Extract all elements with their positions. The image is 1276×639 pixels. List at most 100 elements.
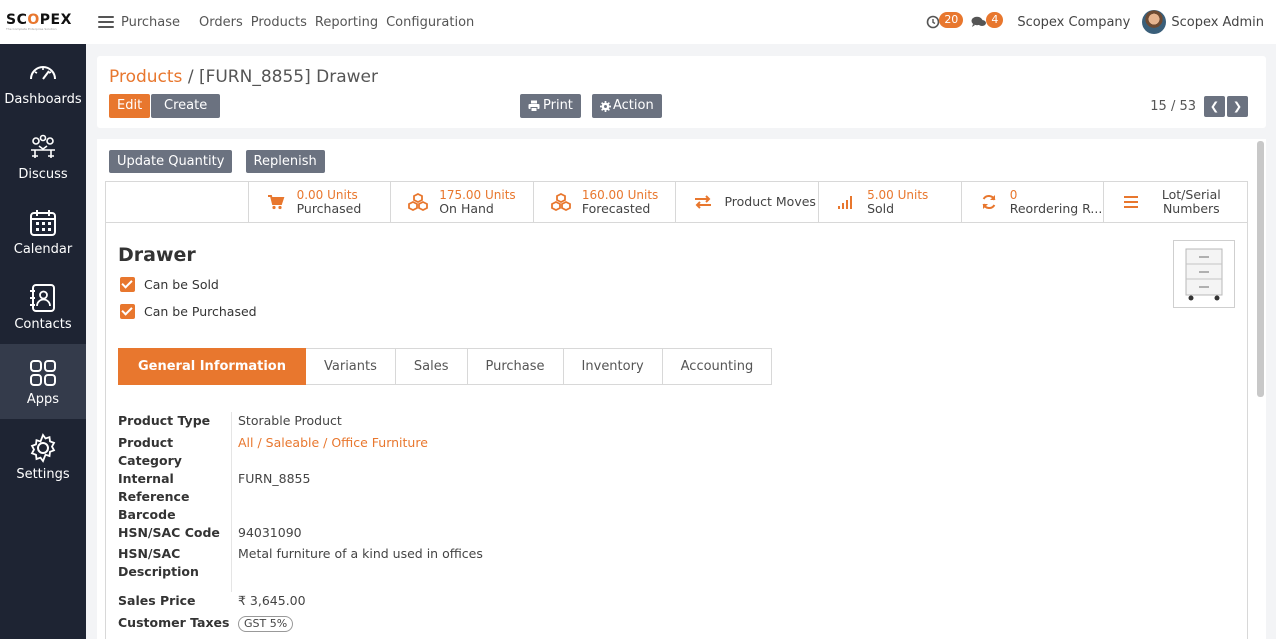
customer-taxes-field[interactable]: GST 5% bbox=[231, 614, 294, 634]
can-be-purchased-field: Can be Purchased bbox=[120, 304, 257, 319]
sidebar-item-label: Settings bbox=[16, 466, 70, 482]
cart-icon bbox=[267, 195, 284, 210]
pager-previous-button[interactable]: ❮ bbox=[1204, 96, 1225, 117]
tab-sales[interactable]: Sales bbox=[395, 348, 468, 385]
product-type-field[interactable]: Storable Product bbox=[231, 412, 342, 434]
cubes-icon bbox=[408, 193, 429, 211]
update-quantity-button[interactable]: Update Quantity bbox=[109, 150, 233, 173]
logo-tagline: The Complete Enterprise Solution bbox=[6, 27, 57, 31]
smart-button-reordering-rules[interactable]: 0 Reordering R... bbox=[962, 182, 1105, 222]
vertical-scrollbar[interactable] bbox=[1257, 141, 1264, 397]
logo-text-a: SC bbox=[6, 12, 28, 28]
exchange-icon bbox=[695, 195, 712, 209]
customer-taxes-label: Customer Taxes bbox=[118, 615, 230, 630]
menu-orders[interactable]: Orders bbox=[199, 15, 243, 30]
sidebar-item-settings[interactable]: Settings bbox=[0, 419, 86, 494]
print-button[interactable]: Print bbox=[520, 94, 581, 118]
smart-label: Lot/Serial Numbers bbox=[1161, 187, 1221, 216]
print-icon bbox=[528, 100, 540, 112]
tab-variants[interactable]: Variants bbox=[306, 348, 396, 385]
pager-next-button[interactable]: ❯ bbox=[1227, 96, 1248, 117]
breadcrumb-current: [FURN_8855] Drawer bbox=[198, 67, 378, 87]
smart-button-forecasted[interactable]: 160.00 Units Forecasted bbox=[534, 182, 677, 222]
internal-reference-field[interactable]: FURN_8855 bbox=[231, 470, 310, 506]
messaging-menu[interactable]: 4 bbox=[971, 12, 1004, 29]
tab-general-information[interactable]: General Information bbox=[118, 348, 306, 385]
smart-button-on-hand[interactable]: 175.00 Units On Hand bbox=[391, 182, 534, 222]
sidebar-item-calendar[interactable]: Calendar bbox=[0, 194, 86, 269]
sidebar-item-label: Apps bbox=[26, 391, 60, 407]
can-be-sold-label: Can be Sold bbox=[144, 277, 219, 292]
refresh-icon bbox=[982, 194, 996, 210]
sidebar-item-contacts[interactable]: Contacts bbox=[0, 269, 86, 344]
action-label: Action bbox=[613, 98, 654, 113]
menu-reporting[interactable]: Reporting bbox=[315, 15, 378, 30]
sidebar-item-discuss[interactable]: Discuss bbox=[0, 119, 86, 194]
sidebar-item-apps[interactable]: Apps bbox=[0, 344, 86, 419]
user-avatar[interactable] bbox=[1142, 10, 1167, 34]
app-name[interactable]: Purchase bbox=[121, 15, 180, 30]
smart-button-sold[interactable]: 5.00 Units Sold bbox=[819, 182, 962, 222]
notebook-tabs: General Information Variants Sales Purch… bbox=[118, 348, 773, 385]
smart-button-lot-serial-numbers[interactable]: Lot/Serial Numbers bbox=[1104, 182, 1247, 222]
activity-menu[interactable]: 20 bbox=[926, 12, 964, 29]
print-label: Print bbox=[543, 98, 573, 113]
sidebar-item-label: Calendar bbox=[13, 241, 73, 257]
smart-button-box: 0.00 Units Purchased 175.00 Units On Hand … bbox=[106, 182, 1247, 223]
product-category-field[interactable]: All / Saleable / Office Furniture bbox=[231, 434, 428, 470]
user-menu[interactable]: Scopex Admin bbox=[1171, 15, 1264, 30]
smart-value: 175.00 Units bbox=[439, 188, 516, 202]
company-switcher[interactable]: Scopex Company bbox=[1017, 15, 1130, 30]
smart-value: 5.00 Units bbox=[867, 188, 929, 202]
menu-configuration[interactable]: Configuration bbox=[386, 15, 474, 30]
logo-text-b: O bbox=[27, 12, 40, 28]
menu-products[interactable]: Products bbox=[251, 15, 307, 30]
chevron-right-icon: ❯ bbox=[1232, 100, 1243, 113]
can-be-purchased-checkbox[interactable] bbox=[120, 304, 135, 319]
sidebar-item-dashboards[interactable]: Dashboards bbox=[0, 44, 86, 119]
hsn-code-field[interactable]: 94031090 bbox=[231, 524, 302, 545]
sales-price-field[interactable]: ₹ 3,645.00 bbox=[231, 592, 306, 614]
clock-icon bbox=[927, 15, 940, 29]
pager-value[interactable]: 15 / 53 bbox=[1150, 99, 1196, 114]
apps-grid-icon bbox=[30, 359, 56, 386]
action-button[interactable]: Action bbox=[592, 94, 662, 118]
gauge-icon bbox=[30, 65, 56, 80]
product-image[interactable] bbox=[1173, 240, 1235, 308]
product-category-label: Product Category bbox=[118, 435, 182, 468]
can-be-sold-checkbox[interactable] bbox=[120, 277, 135, 292]
app-sidebar: Dashboards Discuss Calendar Contacts App… bbox=[0, 44, 86, 639]
sidebar-item-label: Contacts bbox=[14, 316, 72, 332]
drawer-cabinet-image bbox=[1185, 248, 1223, 301]
scopex-logo[interactable]: SCOPEX The Complete Enterprise Solution bbox=[0, 0, 86, 44]
smart-button-product-moves[interactable]: Product Moves bbox=[676, 182, 820, 222]
smart-label: Sold bbox=[867, 201, 895, 216]
tax-tag: GST 5% bbox=[238, 616, 294, 632]
create-button[interactable]: Create bbox=[151, 94, 221, 118]
smart-button-purchased[interactable]: 0.00 Units Purchased bbox=[249, 182, 392, 222]
gear-icon bbox=[600, 100, 611, 112]
hsn-code-label: HSN/SAC Code bbox=[118, 525, 220, 540]
hsn-description-field[interactable]: Metal furniture of a kind used in office… bbox=[231, 545, 483, 592]
tab-inventory[interactable]: Inventory bbox=[563, 348, 663, 385]
tab-accounting[interactable]: Accounting bbox=[662, 348, 773, 385]
record-pager: 15 / 53 ❮ ❯ bbox=[1150, 96, 1248, 117]
product-name[interactable]: Drawer bbox=[118, 244, 196, 266]
smart-label: Purchased bbox=[296, 201, 362, 216]
sidebar-item-label: Discuss bbox=[18, 166, 68, 182]
smart-label: Forecasted bbox=[581, 201, 651, 216]
hamburger-menu-icon[interactable] bbox=[98, 16, 114, 28]
hsn-description-label: HSN/SAC Description bbox=[118, 546, 199, 579]
tab-purchase[interactable]: Purchase bbox=[467, 348, 564, 385]
barcode-field[interactable] bbox=[231, 506, 238, 524]
message-count-badge: 4 bbox=[986, 12, 1004, 28]
smart-label: On Hand bbox=[439, 201, 494, 216]
sales-price-label: Sales Price bbox=[118, 593, 196, 608]
can-be-sold-field: Can be Sold bbox=[120, 277, 219, 292]
replenish-button[interactable]: Replenish bbox=[245, 150, 325, 173]
logo-text-c: PEX bbox=[39, 12, 72, 28]
edit-button[interactable]: Edit bbox=[109, 94, 151, 118]
breadcrumb-products-link[interactable]: Products bbox=[109, 67, 182, 87]
smart-value: 160.00 Units bbox=[581, 188, 659, 202]
signal-icon bbox=[838, 196, 853, 209]
